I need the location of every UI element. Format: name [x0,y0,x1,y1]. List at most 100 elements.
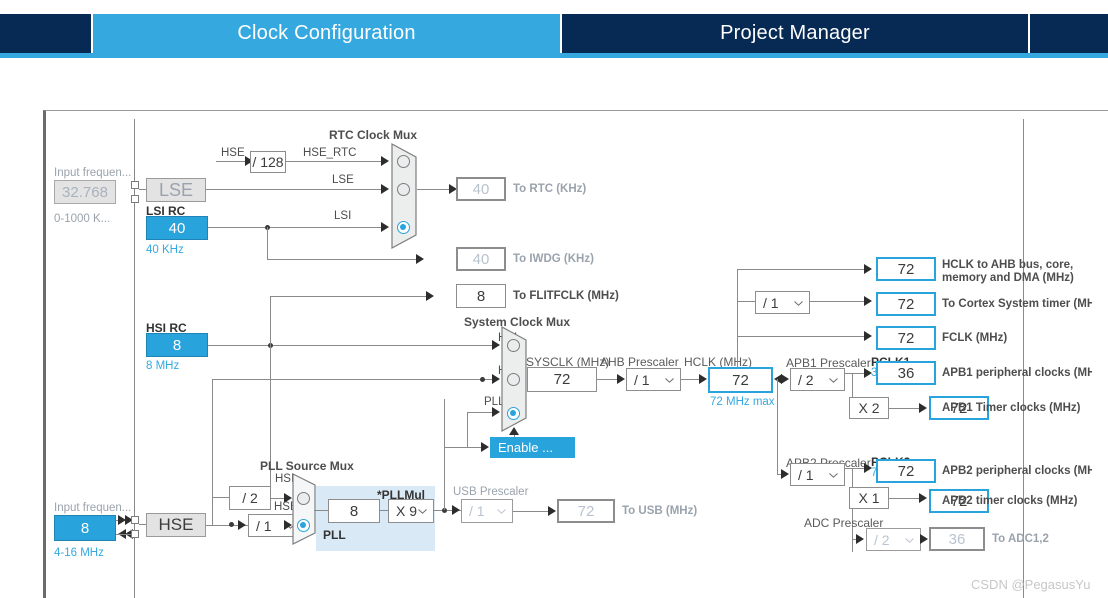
arrow-apb2-prescaler [781,469,789,479]
pll-hsi-divider-value: / 2 [242,490,258,506]
wire-apb1pre-out [845,373,865,374]
hclk-ahbbus-label-line2: memory and DMA (MHz) [942,272,1074,284]
to-rtc-value-field: 40 [456,177,506,201]
to-usb-label: To USB (MHz) [622,505,698,517]
usb-prescaler-select[interactable]: / 1 [461,499,513,523]
apb2-periph-value: 72 [897,462,915,480]
ahb-prescaler-value: / 1 [634,371,650,388]
apb1-timer-multiplier-value: X 2 [858,400,880,416]
apb1-prescaler-select[interactable]: / 2 [790,368,845,391]
apb1-timer-multiplier-box: X 2 [849,397,889,419]
fclk-label: FCLK (MHz) [942,332,1008,344]
sysmux-radio-pllclk[interactable] [507,407,520,420]
arrow-enable-up [509,427,519,435]
to-iwdg-value: 40 [472,250,490,268]
adc-prescaler-select[interactable]: / 2 [866,528,921,551]
chevron-down-icon [665,377,674,383]
apb1-prescaler-value: / 2 [798,371,814,388]
arrow-apb2-timer [919,493,927,503]
to-rtc-value: 40 [472,180,490,198]
hse-input-frequency-field[interactable]: 8 [54,515,116,541]
wire-rtc-mux-out [417,189,450,190]
rtc-mux-radio-lse[interactable] [397,183,410,196]
arrow-rtc-in-3 [381,222,389,232]
hclk-ahbbus-value: 72 [897,260,915,278]
hsi-rc-value-field[interactable]: 8 [146,333,208,357]
arrow-hclk [699,374,707,384]
apb1-periph-value-field: 36 [876,361,936,385]
hse-input-frequency-value: 8 [80,519,90,537]
wire-lsi-to-rtc-mux [208,227,382,228]
to-adc-value: 36 [948,530,966,548]
wire-hclk-down-to-apb2 [777,379,778,475]
tab-clock-configuration[interactable]: Clock Configuration [93,14,562,53]
enable-css-button[interactable]: Enable ... [490,437,575,458]
lsi-rc-unit: 40 KHz [146,244,184,256]
wire-pllmux-to-pll [314,510,328,511]
pll-input-value: 8 [349,502,359,520]
hse-input-frequency-label: Input frequen... [54,502,132,514]
arrow-enable-pill [481,442,489,452]
arrow-apb1-timer [919,403,927,413]
junction-hse-out [229,522,234,527]
hclk-value: 72 [732,371,749,389]
arrow-pllmux-hse [284,520,292,530]
rtc-mux-radio-hse[interactable] [397,155,410,168]
clock-tree-inner: Input frequen... 32.768 0-1000 K... LSE … [46,111,1108,598]
arrow-usb-prescaler [452,505,460,515]
wire-hse-rail-up [212,379,213,525]
wire-pll-up [444,399,445,510]
usb-prescaler-value: / 1 [469,503,485,519]
wire-to-enable-pill [444,447,482,448]
tab-project-manager[interactable]: Project Manager [562,14,1030,53]
apb2-prescaler-select[interactable]: / 1 [790,463,845,486]
chevron-down-icon [829,472,838,478]
wire-pllclk-riser [467,412,468,448]
wire-pllclk-in [467,412,493,413]
wire-x2-to-apb1timer [889,408,921,409]
lse-input-frequency-field[interactable]: 32.768 [54,180,116,204]
lse-block[interactable]: LSE [146,178,206,202]
hse-range-label: 4-16 MHz [54,547,104,559]
sysmux-radio-hse[interactable] [507,373,520,386]
lsi-rc-value: 40 [168,219,186,237]
hse-block[interactable]: HSE [146,513,206,537]
pllmul-select[interactable]: X 9 [388,499,434,523]
rtc-hse-divider-box[interactable]: / 128 [250,151,286,173]
rtc-lsi-label: LSI [334,210,352,222]
wire-lsi-down [267,227,268,260]
fclk-value-field: 72 [876,326,936,350]
lse-block-label: LSE [158,179,194,200]
cortex-prescaler-value: / 1 [763,294,779,311]
arrow-hse-div1 [238,520,246,530]
pll-source-mux[interactable] [292,473,316,545]
cortex-prescaler-select[interactable]: / 1 [755,291,810,314]
sysclk-readout: 72 [527,367,597,392]
right-rail [1023,119,1024,598]
apb2-timer-label: APB2 timer clocks (MHz) [942,495,1078,507]
rtc-mux-radio-lsi[interactable] [397,221,410,234]
sysmux-radio-hsi[interactable] [507,339,520,352]
clock-tree-canvas[interactable]: Input frequen... 32.768 0-1000 K... LSE … [43,110,1108,598]
wire-hse-to-sysmux [212,379,493,380]
lsi-rc-value-field[interactable]: 40 [146,216,208,240]
wire-usbpre-to-usb [513,511,549,512]
hclk-value-field: 72 [708,367,773,393]
to-adc-value-field: 36 [929,527,985,551]
hse-terminal-bottom [131,530,139,538]
arrow-rtc-in-1 [381,156,389,166]
apb2-timer-multiplier-value: X 1 [858,490,880,506]
ahb-prescaler-select[interactable]: / 1 [626,368,681,391]
pll-mux-radio-hsi[interactable] [297,492,310,505]
chevron-down-icon [794,300,803,306]
lse-terminal-top [131,181,139,189]
chevron-down-icon [418,509,427,514]
wire-div128-to-mux [286,161,382,162]
to-iwdg-value-field: 40 [456,247,506,271]
wire-apb2pre-out [845,468,865,469]
usb-prescaler-title: USB Prescaler [453,486,529,498]
pll-hsi-divider-box[interactable]: / 2 [229,486,271,510]
apb1-periph-value: 36 [897,364,915,382]
arrow-to-adc [920,534,928,544]
pll-mux-radio-hse[interactable] [297,519,310,532]
